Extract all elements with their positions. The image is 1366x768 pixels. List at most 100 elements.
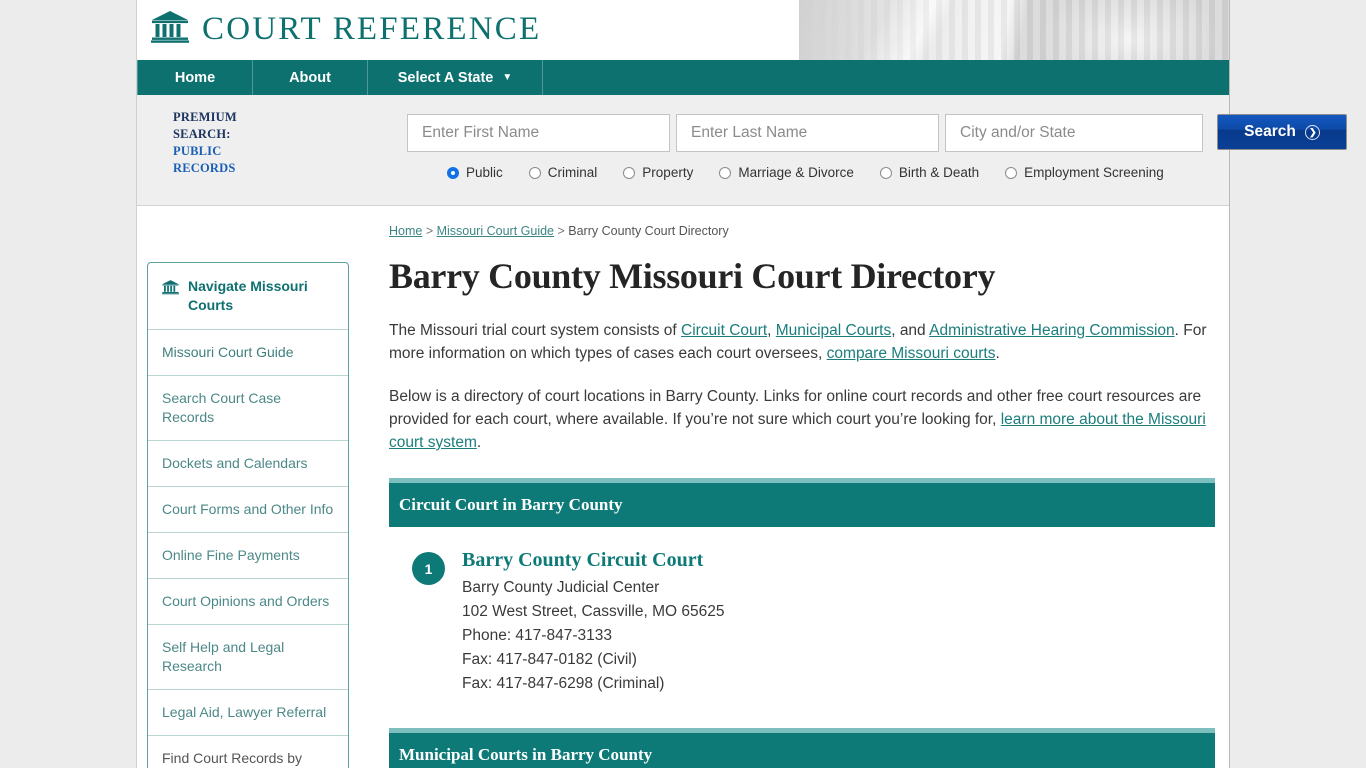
link-compare-missouri-courts[interactable]: compare Missouri courts [827, 345, 996, 362]
first-name-input[interactable] [407, 114, 670, 152]
nav-item-home[interactable]: Home [137, 60, 253, 95]
court-number-badge: 1 [412, 552, 445, 585]
premium-search-bar: PREMIUM SEARCH: PUBLIC RECORDS Search ❯ … [137, 95, 1347, 206]
breadcrumb-link-missouri-court-guide[interactable]: Missouri Court Guide [437, 224, 554, 238]
premium-search-label: PREMIUM SEARCH: PUBLIC RECORDS [173, 109, 263, 177]
radio-icon [719, 166, 732, 179]
radio-option-public[interactable]: Public [447, 165, 503, 180]
para1-text-3: , and [891, 322, 930, 339]
radio-option-marriage-divorce[interactable]: Marriage & Divorce [719, 165, 854, 180]
sidebar-item-label: Search Court Case Records [162, 390, 282, 425]
breadcrumb-current: Barry County Court Directory [568, 224, 729, 238]
sidebar-item-label: Legal Aid, Lawyer Referral [162, 704, 327, 720]
courthouse-icon [162, 277, 179, 295]
sidebar-item-court-forms-and-other-info[interactable]: Court Forms and Other Info [148, 487, 348, 533]
sidebar-item-label: Dockets and Calendars [162, 455, 308, 471]
radio-option-property-label: Property [642, 165, 694, 180]
para1-text-1: The Missouri trial court system consists… [389, 322, 681, 339]
breadcrumb-separator: > [554, 224, 569, 238]
courthouse-icon [151, 10, 189, 48]
sidebar-item-label: Self Help and Legal Research [162, 639, 285, 674]
court-phone-line: Phone: 417-847-3133 [462, 627, 612, 644]
premium-search-label-line2: SEARCH: [173, 127, 231, 141]
section-heading-municipal-courts: Municipal Courts in Barry County [389, 728, 1215, 768]
sidebar-item-court-opinions-and-orders[interactable]: Court Opinions and Orders [148, 579, 348, 625]
radio-icon [623, 166, 636, 179]
court-fax-civil-line: Fax: 417-847-0182 (Civil) [462, 651, 637, 668]
link-circuit-court[interactable]: Circuit Court [681, 322, 767, 339]
sidebar-item-dockets-and-calendars[interactable]: Dockets and Calendars [148, 441, 348, 487]
sidebar-item-label: Online Fine Payments [162, 547, 300, 563]
page-title: Barry County Missouri Court Directory [389, 256, 996, 296]
radio-icon [1005, 166, 1018, 179]
navigate-courts-title: Navigate Missouri Courts [188, 278, 308, 313]
premium-search-label-line3[interactable]: PUBLIC [173, 143, 263, 160]
radio-option-employment-screening-label: Employment Screening [1024, 165, 1164, 180]
sidebar-item-find-court-records-by-county[interactable]: Find Court Records by [148, 736, 348, 768]
page-body: Navigate Missouri Courts Missouri Court … [137, 206, 1229, 768]
site-logo[interactable]: COURT REFERENCE [151, 10, 541, 48]
premium-search-label-line4[interactable]: RECORDS [173, 160, 263, 177]
radio-option-property[interactable]: Property [623, 165, 693, 180]
nav-item-select-a-state-label: Select A State [397, 69, 494, 86]
page-root: COURT REFERENCE Home About Select A Stat… [0, 0, 1366, 768]
search-category-radios: Public Criminal Property Marriage & Divo… [447, 165, 1190, 180]
radio-option-public-label: Public [466, 165, 503, 180]
main-content: Home > Missouri Court Guide > Barry Coun… [359, 224, 1229, 768]
last-name-input[interactable] [676, 114, 939, 152]
court-fax-criminal-line: Fax: 417-847-6298 (Criminal) [462, 675, 665, 692]
sidebar-item-self-help-and-legal-research[interactable]: Self Help and Legal Research [148, 625, 348, 690]
sidebar-item-legal-aid-lawyer-referral[interactable]: Legal Aid, Lawyer Referral [148, 690, 348, 736]
sidebar: Navigate Missouri Courts Missouri Court … [137, 224, 359, 768]
breadcrumb-separator: > [422, 224, 437, 238]
para1-text-5: . [995, 345, 1000, 362]
sidebar-item-label: Missouri Court Guide [162, 344, 294, 360]
radio-icon [447, 166, 459, 179]
para1-text-2: , [767, 322, 776, 339]
radio-option-criminal[interactable]: Criminal [528, 165, 598, 180]
nav-item-select-a-state[interactable]: Select A State ▼ [368, 60, 543, 95]
link-municipal-courts[interactable]: Municipal Courts [776, 322, 891, 339]
court-details: Barry County Circuit Court Barry County … [462, 549, 724, 696]
premium-search-fields: Search ❯ [407, 114, 1347, 152]
nav-item-home-label: Home [174, 69, 216, 86]
radio-icon [879, 166, 892, 179]
sidebar-item-missouri-court-guide[interactable]: Missouri Court Guide [148, 330, 348, 376]
main-navigation: Home About Select A State ▼ [137, 60, 1229, 95]
radio-icon [528, 166, 541, 179]
radio-option-birth-death[interactable]: Birth & Death [879, 165, 980, 180]
intro-paragraph-2: Below is a directory of court locations … [389, 385, 1215, 454]
sidebar-item-online-fine-payments[interactable]: Online Fine Payments [148, 533, 348, 579]
radio-option-birth-death-label: Birth & Death [898, 165, 980, 180]
intro-paragraph-1: The Missouri trial court system consists… [389, 319, 1215, 365]
search-button-label: Search [1244, 123, 1296, 140]
radio-option-employment-screening[interactable]: Employment Screening [1005, 165, 1164, 180]
court-address-line: 102 West Street, Cassville, MO 65625 [462, 603, 725, 620]
premium-search-label-line1: PREMIUM [173, 110, 237, 124]
link-administrative-hearing-commission[interactable]: Administrative Hearing Commission [929, 322, 1175, 339]
masthead-column-image [799, 0, 1229, 60]
sidebar-item-label: Court Forms and Other Info [162, 501, 334, 517]
sidebar-item-search-court-case-records[interactable]: Search Court Case Records [148, 376, 348, 441]
radio-option-criminal-label: Criminal [547, 165, 598, 180]
navigate-courts-box: Navigate Missouri Courts Missouri Court … [147, 262, 349, 768]
section-heading-circuit-court: Circuit Court in Barry County [389, 478, 1215, 527]
chevron-down-icon: ▼ [502, 72, 513, 83]
breadcrumb-link-home[interactable]: Home [389, 224, 422, 238]
city-state-input[interactable] [945, 114, 1203, 152]
sidebar-item-label: Court Opinions and Orders [162, 593, 330, 609]
nav-item-about-label: About [289, 69, 331, 86]
court-entry: 1 Barry County Circuit Court Barry Count… [389, 527, 1215, 704]
court-name-link[interactable]: Barry County Circuit Court [462, 549, 724, 572]
court-address-line: Barry County Judicial Center [462, 579, 660, 596]
search-button[interactable]: Search ❯ [1217, 114, 1347, 150]
navigate-courts-header: Navigate Missouri Courts [148, 263, 348, 330]
nav-item-about[interactable]: About [253, 60, 368, 95]
para2-text-2: . [476, 434, 482, 451]
content-shell: COURT REFERENCE Home About Select A Stat… [136, 0, 1347, 768]
radio-option-marriage-divorce-label: Marriage & Divorce [738, 165, 854, 180]
breadcrumb: Home > Missouri Court Guide > Barry Coun… [389, 224, 1215, 238]
brand-title: COURT REFERENCE [202, 10, 542, 47]
sidebar-item-label: Find Court Records by [162, 750, 303, 766]
masthead: COURT REFERENCE [137, 0, 1229, 60]
